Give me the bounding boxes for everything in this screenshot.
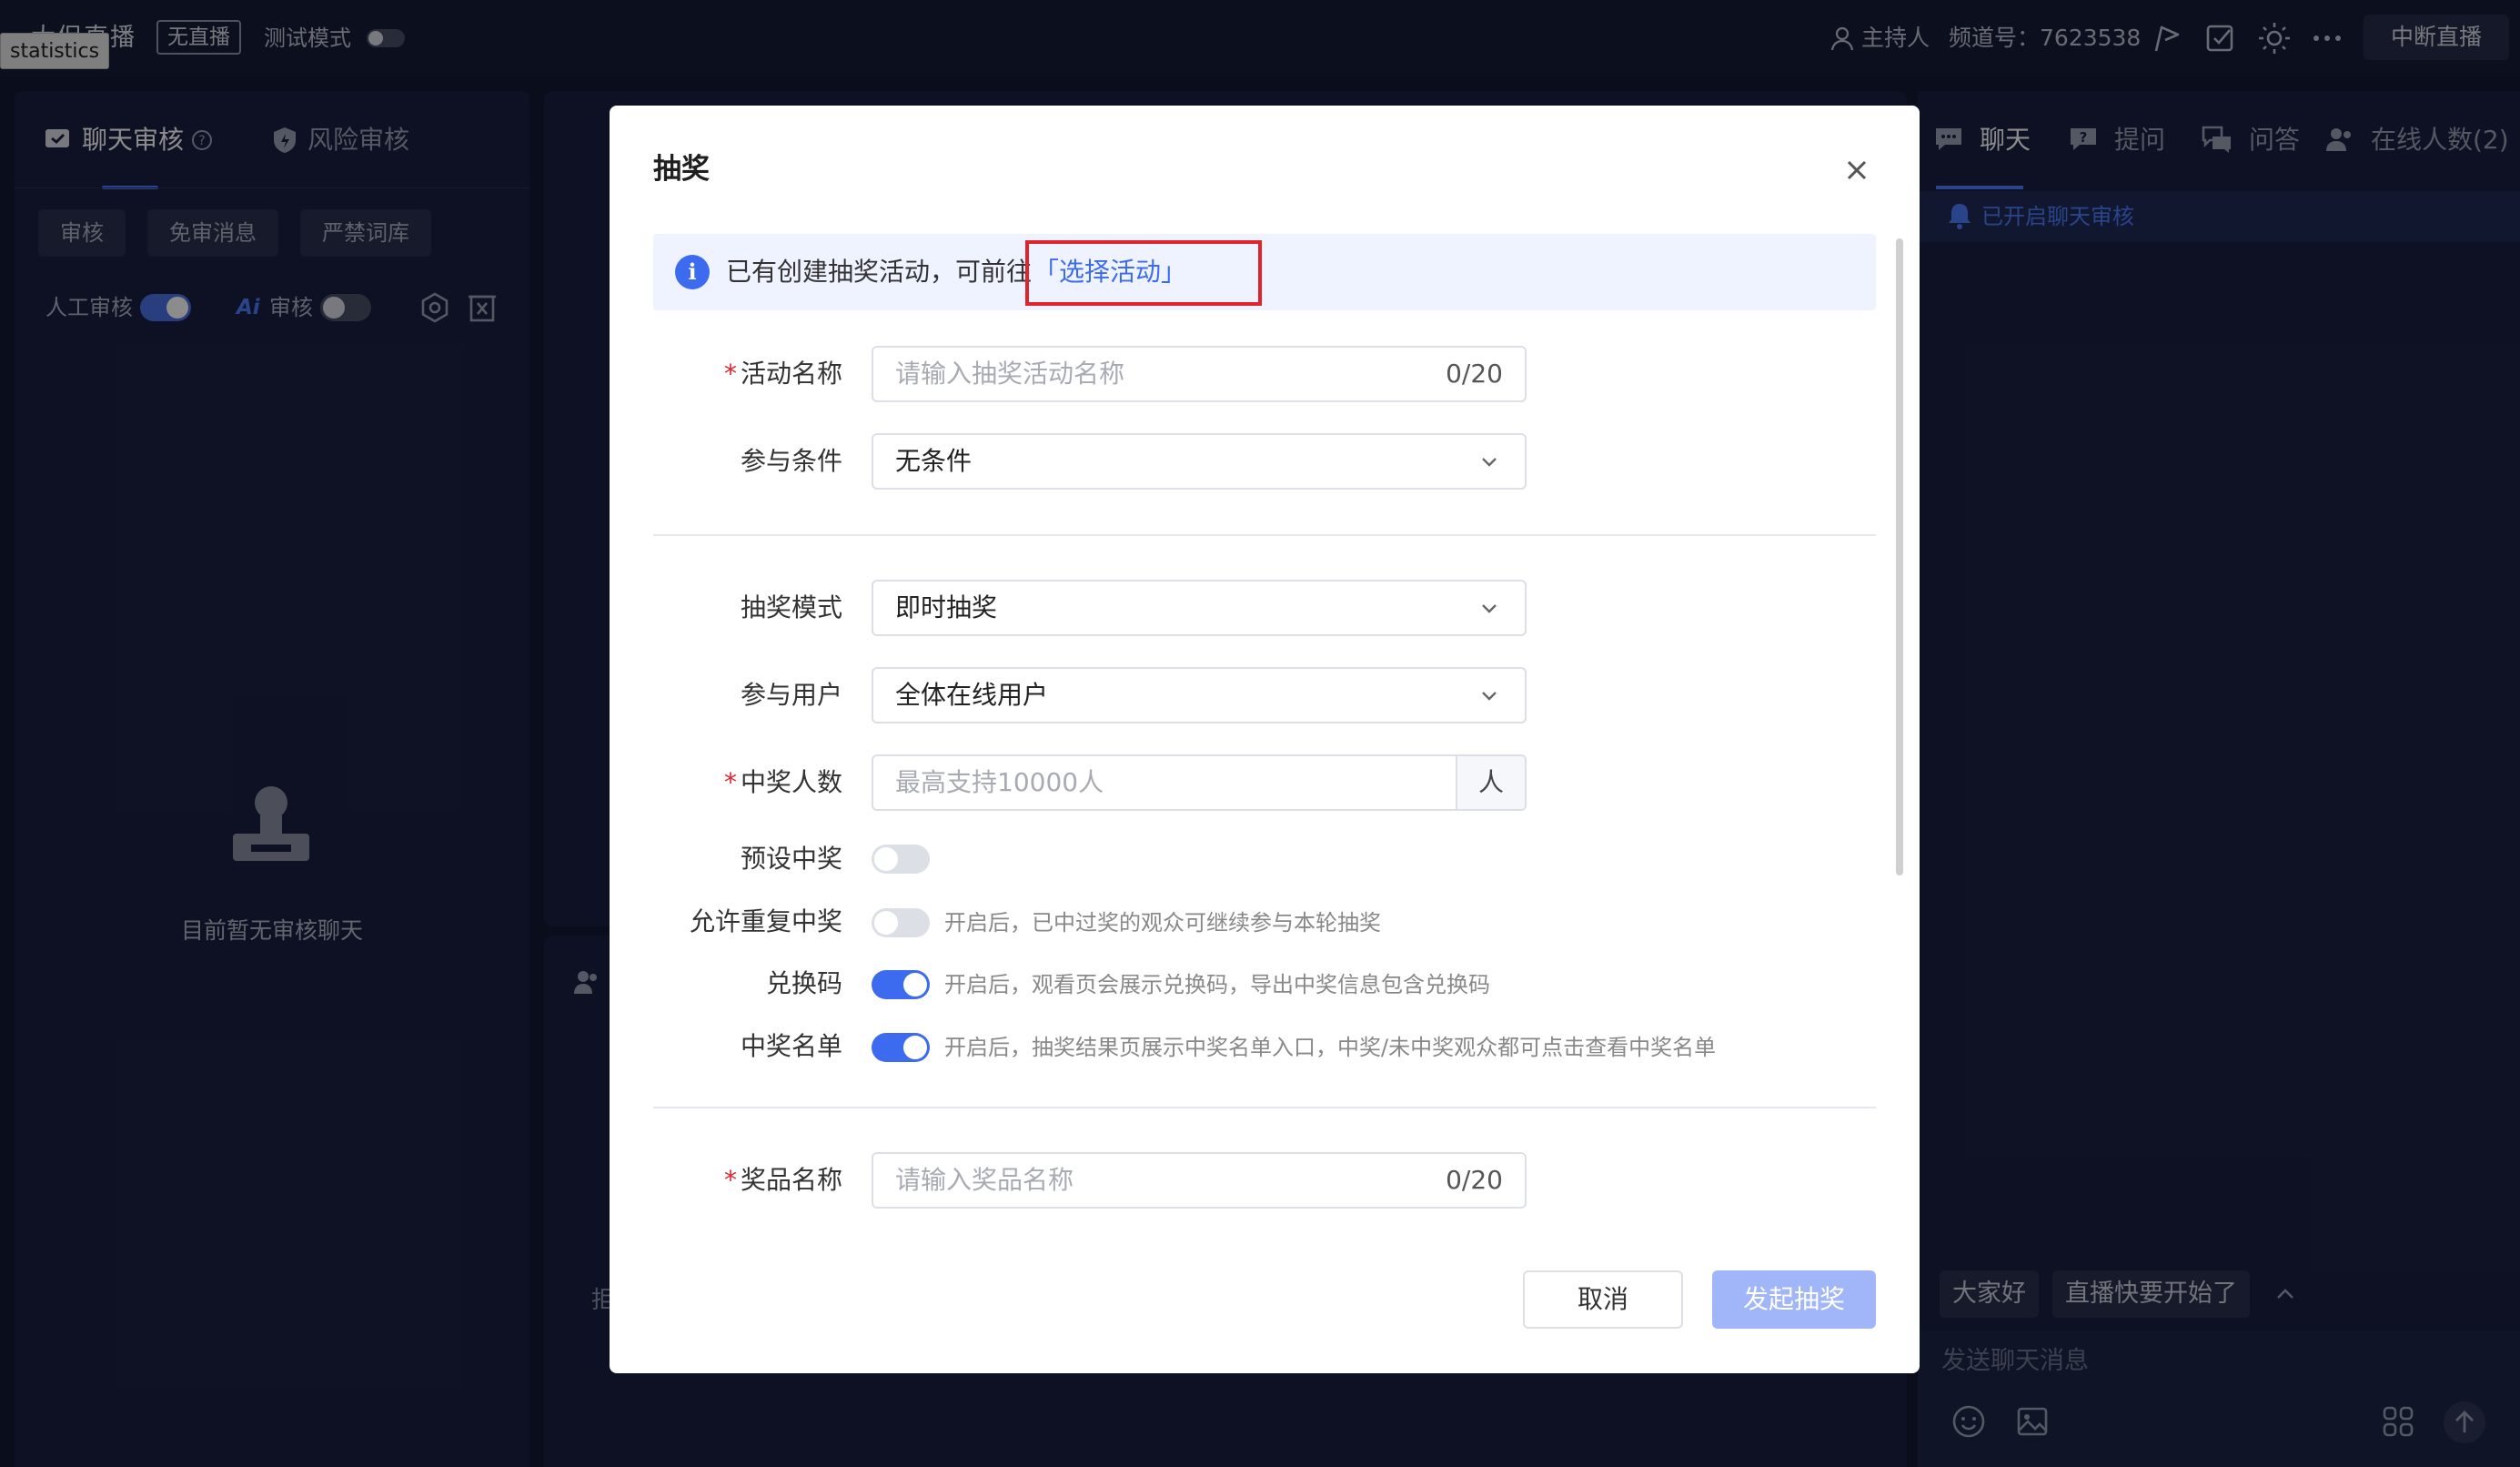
mode-value: 即时抽奖 <box>895 592 998 622</box>
winners-input[interactable]: 最高支持10000人 人 <box>872 754 1527 811</box>
chevron-down-icon <box>1479 598 1499 618</box>
prize-name-placeholder: 请输入奖品名称 <box>895 1165 1074 1195</box>
repeat-hint: 开启后，已中过奖的观众可继续参与本轮抽奖 <box>944 910 1381 936</box>
winner-list-hint: 开启后，抽奖结果页展示中奖名单入口，中奖/未中奖观众都可点击查看中奖名单 <box>944 1035 1717 1060</box>
repeat-switch[interactable] <box>872 908 930 937</box>
cancel-button[interactable]: 取消 <box>1523 1270 1683 1329</box>
char-counter: 0/20 <box>1446 359 1503 389</box>
condition-label: 参与条件 <box>740 446 842 476</box>
divider <box>653 1107 1876 1108</box>
close-icon <box>1847 160 1867 180</box>
dialog-title: 抽奖 <box>653 153 710 186</box>
activity-name-placeholder: 请输入抽奖活动名称 <box>895 359 1125 389</box>
winners-label: * 中奖人数 <box>723 767 842 797</box>
winner-list-switch[interactable] <box>872 1033 930 1062</box>
condition-select[interactable]: 无条件 <box>872 433 1527 490</box>
activity-name-label: * 活动名称 <box>723 359 842 389</box>
prize-name-label: * 奖品名称 <box>723 1165 842 1195</box>
chevron-down-icon <box>1479 685 1499 705</box>
code-switch[interactable] <box>872 970 930 999</box>
close-button[interactable] <box>1838 151 1876 189</box>
dialog-scrollbar[interactable] <box>1896 238 1903 875</box>
repeat-label: 允许重复中奖 <box>689 906 842 936</box>
mode-select[interactable]: 即时抽奖 <box>872 580 1527 636</box>
users-label: 参与用户 <box>740 680 842 710</box>
code-label: 兑换码 <box>765 968 842 998</box>
preset-switch[interactable] <box>872 845 930 874</box>
chevron-down-icon <box>1479 451 1499 471</box>
start-lottery-button[interactable]: 发起抽奖 <box>1712 1270 1876 1329</box>
users-select[interactable]: 全体在线用户 <box>872 667 1527 723</box>
prize-name-input[interactable]: 请输入奖品名称 0/20 <box>872 1152 1527 1209</box>
preset-label: 预设中奖 <box>740 844 842 874</box>
highlight-box <box>1025 240 1262 306</box>
divider <box>653 534 1876 536</box>
alert-text: 已有创建抽奖活动，可前往 <box>726 257 1033 287</box>
code-hint: 开启后，观看页会展示兑换码，导出中奖信息包含兑换码 <box>944 972 1490 997</box>
winner-list-label: 中奖名单 <box>740 1031 842 1061</box>
winners-unit: 人 <box>1456 756 1525 809</box>
winners-placeholder: 最高支持10000人 <box>895 767 1104 797</box>
info-icon: i <box>675 255 710 289</box>
char-counter: 0/20 <box>1446 1165 1503 1195</box>
mode-label: 抽奖模式 <box>740 592 842 622</box>
activity-name-input[interactable]: 请输入抽奖活动名称 0/20 <box>872 346 1527 402</box>
condition-value: 无条件 <box>895 446 973 476</box>
users-value: 全体在线用户 <box>895 680 1049 710</box>
